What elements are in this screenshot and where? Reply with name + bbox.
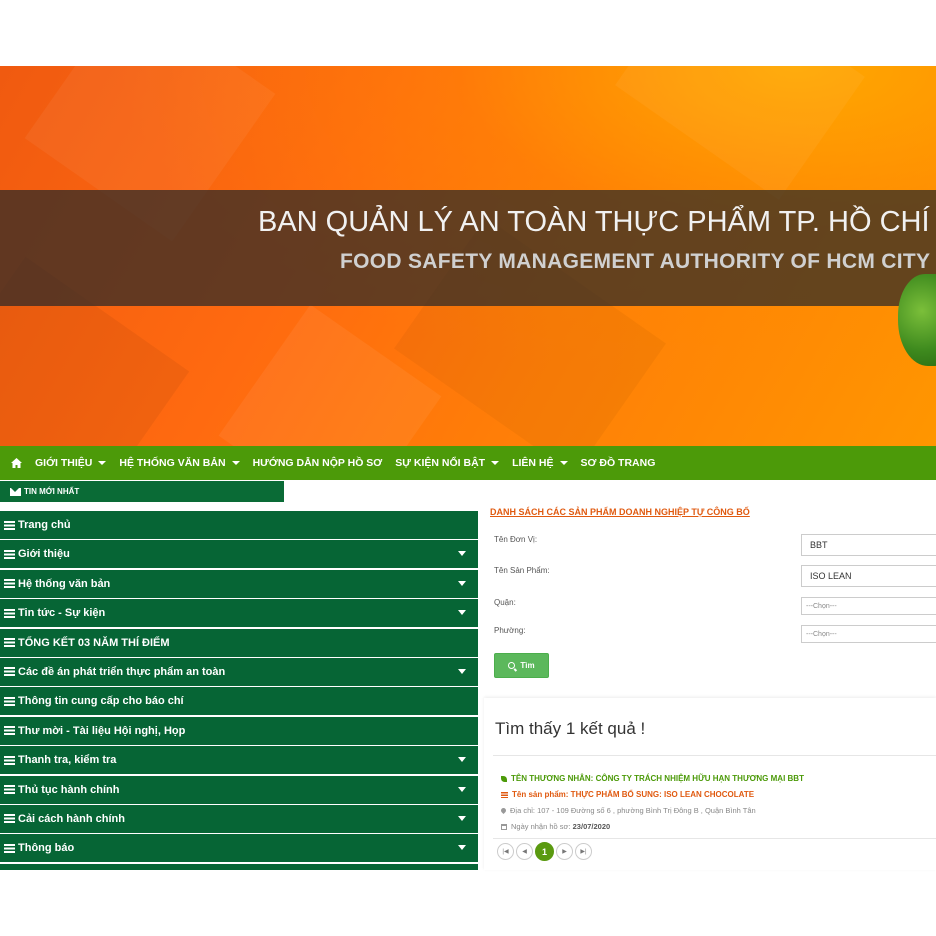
list-icon <box>4 696 15 706</box>
list-icon <box>4 785 15 795</box>
caret-down-icon <box>458 551 466 557</box>
unit-label: Tên Đơn Vị: <box>494 535 538 544</box>
caret-down-icon <box>458 845 466 851</box>
header-banner: BAN QUẢN LÝ AN TOÀN THỰC PHẨM TP. HỒ CHÍ… <box>0 66 936 446</box>
envelope-icon <box>10 487 21 496</box>
results-count: Tìm thấy 1 kết quả ! <box>495 719 646 738</box>
sidebar-item-trang-chu[interactable]: Trang chủ <box>0 511 478 539</box>
ward-select[interactable]: ---Chọn--- <box>801 625 936 643</box>
list-icon <box>4 638 15 648</box>
nav-item-su-kien-noi-bat[interactable]: SỰ KIỆN NỔI BẬT <box>395 457 500 469</box>
district-label: Quận: <box>494 598 516 607</box>
sidebar-item-thanh-tra[interactable]: Thanh tra, kiểm tra <box>0 746 478 775</box>
product-label: Tên Sản Phẩm: <box>494 566 550 575</box>
pagination: |◀ ◀ 1 ▶ ▶| <box>497 842 594 861</box>
caret-down-icon <box>491 461 500 465</box>
page-1-button[interactable]: 1 <box>535 842 554 861</box>
nav-item-so-do-trang[interactable]: SƠ ĐỒ TRANG <box>581 457 656 469</box>
last-page-button[interactable]: ▶| <box>575 843 592 860</box>
list-icon <box>4 520 15 530</box>
list-icon <box>4 579 15 589</box>
list-icon <box>4 726 15 736</box>
search-button[interactable]: Tìm <box>494 653 549 678</box>
list-icon <box>4 755 15 765</box>
product-field[interactable]: ISO LEAN <box>801 565 936 587</box>
caret-down-icon <box>231 461 240 465</box>
results-divider <box>493 755 936 756</box>
list-icon <box>4 814 15 824</box>
caret-down-icon <box>458 757 466 763</box>
home-icon[interactable] <box>11 458 22 468</box>
caret-down-icon <box>98 461 107 465</box>
result-date: Ngày nhận hồ sơ: 23/07/2020 <box>501 822 610 831</box>
caret-down-icon <box>458 786 466 792</box>
nav-item-he-thong-van-ban[interactable]: HỆ THỐNG VĂN BẢN <box>119 457 240 469</box>
sidebar-item-thong-tin-bao-chi[interactable]: Thông tin cung cấp cho báo chí <box>0 687 478 716</box>
sidebar-item-tin-tuc-su-kien[interactable]: Tin tức - Sự kiện <box>0 599 478 628</box>
result-product[interactable]: Tên sản phẩm: THỰC PHẨM BỔ SUNG: ISO LEA… <box>501 790 754 799</box>
nav-item-lien-he[interactable]: LIÊN HỆ <box>512 457 568 469</box>
list-icon <box>501 791 508 798</box>
caret-down-icon <box>559 461 568 465</box>
district-select[interactable]: ---Chọn--- <box>801 597 936 615</box>
list-icon <box>4 667 15 677</box>
calendar-icon <box>501 823 507 830</box>
sidebar-menu: Trang chủ Giới thiệu Hệ thống văn bản Ti… <box>0 511 478 870</box>
result-address: Địa chỉ: 107 - 109 Đường số 6 , phường B… <box>499 806 756 815</box>
ward-label: Phường: <box>494 626 526 635</box>
vegetable-image <box>898 274 936 366</box>
first-page-button[interactable]: |◀ <box>497 843 514 860</box>
sidebar-item-tong-ket[interactable]: TỔNG KẾT 03 NĂM THÍ ĐIỂM <box>0 628 478 657</box>
next-page-button[interactable]: ▶ <box>556 843 573 860</box>
sidebar-item-thu-moi[interactable]: Thư mời - Tài liệu Hội nghị, Họp <box>0 716 478 745</box>
sidebar-item-cai-cach-hanh-chinh[interactable]: Cải cách hành chính <box>0 804 478 833</box>
list-icon <box>4 608 15 618</box>
list-icon <box>4 843 15 853</box>
search-icon <box>508 662 516 669</box>
nav-item-huong-dan-nop-ho-so[interactable]: HƯỚNG DẪN NỘP HỒ SƠ <box>253 457 383 469</box>
caret-down-icon <box>458 610 466 616</box>
sidebar-item-thu-tuc-hanh-chinh[interactable]: Thủ tục hành chính <box>0 775 478 804</box>
search-section-title: DANH SÁCH CÁC SẢN PHẨM DOANH NGHIỆP TỰ C… <box>490 507 750 517</box>
result-divider <box>493 838 936 839</box>
sidebar-item-thong-bao[interactable]: Thông báo <box>0 834 478 863</box>
caret-down-icon <box>458 668 466 674</box>
sidebar-item-more[interactable] <box>0 863 478 870</box>
banner-title-vi: BAN QUẢN LÝ AN TOÀN THỰC PHẨM TP. HỒ CHÍ… <box>258 206 936 238</box>
result-merchant[interactable]: TÊN THƯƠNG NHÂN: CÔNG TY TRÁCH NHIỆM HỮU… <box>501 774 804 783</box>
prev-page-button[interactable]: ◀ <box>516 843 533 860</box>
leaf-icon <box>501 775 507 782</box>
list-icon <box>4 549 15 559</box>
latest-news-bar[interactable]: TIN MỚI NHẤT <box>0 481 284 502</box>
caret-down-icon <box>458 580 466 586</box>
banner-title-en: FOOD SAFETY MANAGEMENT AUTHORITY OF HCM … <box>340 250 931 273</box>
sidebar-item-gioi-thieu[interactable]: Giới thiệu <box>0 540 478 569</box>
main-navbar: GIỚI THIỆU HỆ THỐNG VĂN BẢN HƯỚNG DẪN NỘ… <box>0 446 936 480</box>
unit-field[interactable]: BBT <box>801 534 936 556</box>
caret-down-icon <box>458 815 466 821</box>
sidebar-item-he-thong-van-ban[interactable]: Hệ thống văn bản <box>0 569 478 598</box>
latest-news-label: TIN MỚI NHẤT <box>24 487 80 496</box>
sidebar-item-cac-de-an[interactable]: Các đề án phát triển thực phẩm an toàn <box>0 657 478 686</box>
map-marker-icon <box>499 806 508 815</box>
nav-item-gioi-thieu[interactable]: GIỚI THIỆU <box>35 457 107 469</box>
